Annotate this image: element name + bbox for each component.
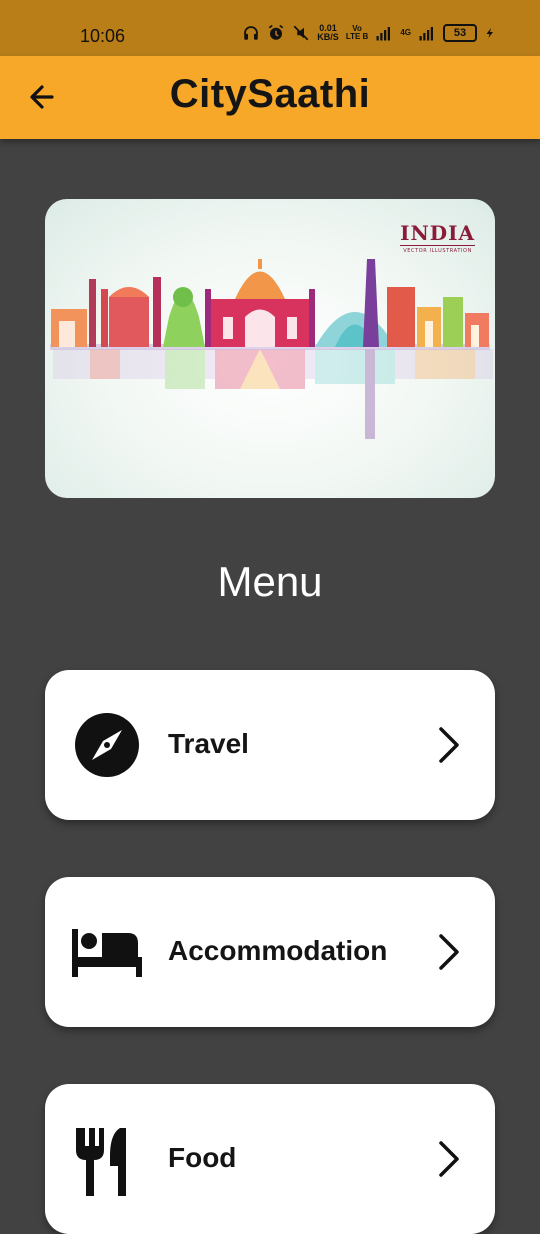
menu-heading: Menu (217, 558, 323, 605)
bed-icon (72, 929, 142, 977)
chevron-right-icon (439, 934, 459, 970)
app-bar: CitySaathi (0, 56, 540, 139)
status-bar: 10:06 0.01 KB/S Vo LTE B 4G 53 (0, 0, 540, 56)
net-speed: 0.01 KB/S (317, 24, 339, 42)
alarm-icon (269, 24, 284, 40)
status-time: 10:06 (80, 26, 126, 46)
menu-item-label: Accommodation (168, 935, 388, 966)
menu-item-travel[interactable]: Travel (45, 670, 495, 820)
india-skyline-banner: INDIA VECTOR ILLUSTRATION (45, 199, 495, 498)
app-title: CitySaathi (169, 72, 371, 116)
menu-item-accommodation[interactable]: Accommodation (45, 877, 495, 1027)
volte-indicator: Vo LTE B (346, 25, 369, 41)
signal-icon (376, 27, 391, 41)
headphones-icon (244, 26, 259, 40)
banner-brand-subtitle: VECTOR ILLUSTRATION (403, 248, 472, 254)
banner-brand-title: INDIA (400, 221, 475, 246)
volte-bottom: LTE B (345, 32, 369, 41)
menu-item-label: Food (168, 1142, 237, 1173)
mute-icon (293, 25, 309, 41)
banner-brand: INDIA VECTOR ILLUSTRATION (400, 221, 475, 254)
net-speed-unit: KB/S (317, 32, 339, 42)
compass-icon (75, 713, 139, 777)
battery-indicator: 53 (443, 24, 477, 42)
chevron-right-icon (439, 727, 459, 763)
menu-item-food[interactable]: Food (45, 1084, 495, 1234)
status-icons: 0.01 KB/S Vo LTE B 4G 53 (242, 24, 496, 42)
signal-icon (419, 27, 433, 41)
menu-item-label: Travel (168, 728, 249, 759)
chevron-right-icon (439, 1141, 459, 1177)
fork-knife-icon (76, 1128, 126, 1196)
network-type: 4G (400, 28, 411, 37)
charging-icon (486, 28, 493, 38)
